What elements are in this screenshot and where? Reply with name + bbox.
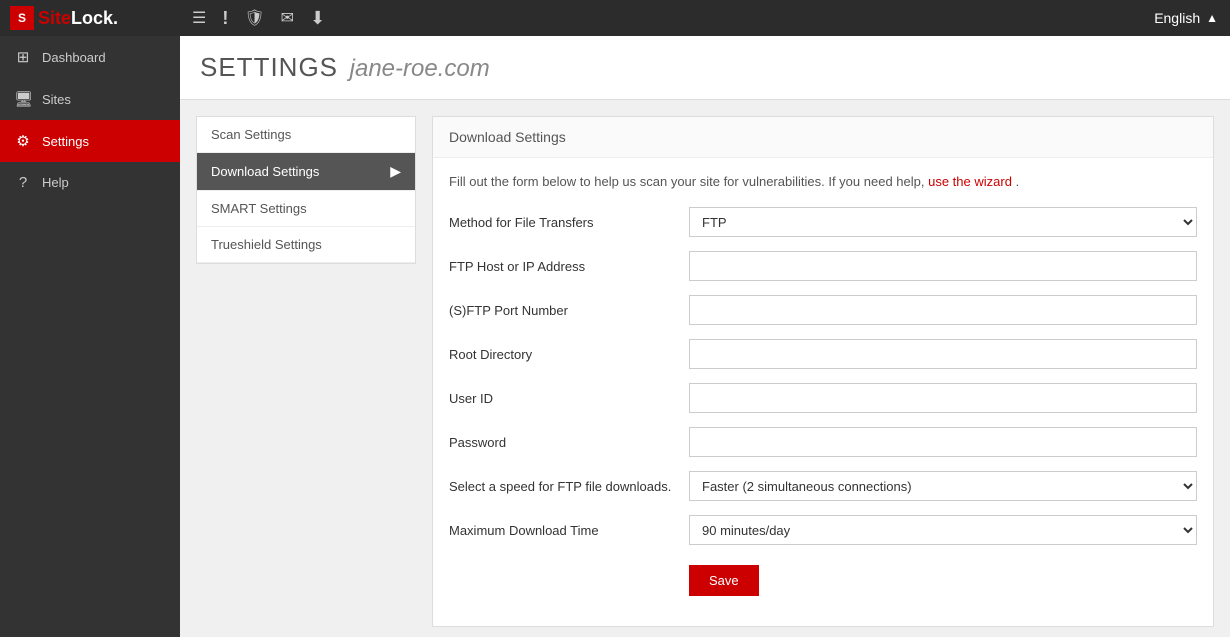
settings-menu: Scan Settings Download Settings ▶ SMART …	[196, 116, 416, 264]
page-title: SETTINGS	[200, 52, 338, 82]
input-password[interactable]	[689, 427, 1197, 457]
menu-item-trueshield-settings[interactable]: Trueshield Settings	[197, 227, 415, 263]
content-area: Scan Settings Download Settings ▶ SMART …	[180, 100, 1230, 637]
label-ftp-port: (S)FTP Port Number	[449, 303, 689, 318]
language-label: English	[1154, 10, 1200, 26]
select-method[interactable]: FTP SFTP FTPS	[689, 207, 1197, 237]
form-row-root-dir: Root Directory	[449, 339, 1197, 369]
form-row-password: Password	[449, 427, 1197, 457]
input-user-id[interactable]	[689, 383, 1197, 413]
menu-item-scan-settings[interactable]: Scan Settings	[197, 117, 415, 153]
input-ftp-host[interactable]	[689, 251, 1197, 281]
sidebar-item-help-label: Help	[42, 175, 69, 190]
settings-icon: ⚙	[14, 132, 32, 150]
wizard-link[interactable]: use the wizard	[928, 174, 1012, 189]
form-row-method: Method for File Transfers FTP SFTP FTPS	[449, 207, 1197, 237]
language-selector[interactable]: English ▲	[1154, 10, 1218, 26]
sidebar-item-dashboard[interactable]: ⊞ Dashboard	[0, 36, 180, 78]
label-user-id: User ID	[449, 391, 689, 406]
form-panel-header: Download Settings	[433, 117, 1213, 158]
form-panel-body: Fill out the form below to help us scan …	[433, 158, 1213, 626]
label-password: Password	[449, 435, 689, 450]
menu-icon[interactable]: ☰	[192, 8, 206, 28]
chevron-up-icon: ▲	[1206, 11, 1218, 25]
sites-icon: 🖥	[14, 90, 32, 108]
label-method: Method for File Transfers	[449, 215, 689, 230]
sidebar-item-settings[interactable]: ⚙ Settings	[0, 120, 180, 162]
page-header: SETTINGS jane-roe.com	[180, 36, 1230, 100]
form-row-ftp-port: (S)FTP Port Number	[449, 295, 1197, 325]
form-row-user-id: User ID	[449, 383, 1197, 413]
menu-item-smart-settings[interactable]: SMART Settings	[197, 191, 415, 227]
form-panel: Download Settings Fill out the form belo…	[432, 116, 1214, 627]
label-ftp-speed: Select a speed for FTP file downloads.	[449, 479, 689, 494]
help-icon: ?	[14, 174, 32, 191]
sidebar-item-sites[interactable]: 🖥 Sites	[0, 78, 180, 120]
sidebar: ⊞ Dashboard 🖥 Sites ⚙ Settings ? Help	[0, 36, 180, 637]
dashboard-icon: ⊞	[14, 48, 32, 66]
download-icon[interactable]: ⬇	[310, 8, 325, 29]
sidebar-item-help[interactable]: ? Help	[0, 162, 180, 203]
select-ftp-speed[interactable]: Faster (2 simultaneous connections) Norm…	[689, 471, 1197, 501]
form-row-ftp-speed: Select a speed for FTP file downloads. F…	[449, 471, 1197, 501]
form-description: Fill out the form below to help us scan …	[449, 174, 1197, 189]
page-domain: jane-roe.com	[350, 55, 490, 82]
logo-area: S SiteLock.	[0, 0, 180, 36]
sidebar-item-sites-label: Sites	[42, 92, 71, 107]
sidebar-item-dashboard-label: Dashboard	[42, 50, 106, 65]
form-row-ftp-host: FTP Host or IP Address	[449, 251, 1197, 281]
top-icons: ☰ ! 🛡 ✉ ⬇	[192, 8, 325, 29]
label-root-dir: Root Directory	[449, 347, 689, 362]
label-max-download: Maximum Download Time	[449, 523, 689, 538]
form-row-max-download: Maximum Download Time 90 minutes/day 60 …	[449, 515, 1197, 545]
form-panel-title: Download Settings	[449, 129, 566, 145]
main-content: SETTINGS jane-roe.com Scan Settings Down…	[180, 36, 1230, 637]
select-max-download[interactable]: 90 minutes/day 60 minutes/day 120 minute…	[689, 515, 1197, 545]
menu-arrow-icon: ▶	[390, 163, 401, 180]
form-row-save: Save	[449, 559, 1197, 596]
menu-item-download-settings[interactable]: Download Settings ▶	[197, 153, 415, 191]
save-button[interactable]: Save	[689, 565, 759, 596]
logo-text: SiteLock.	[38, 8, 118, 29]
label-ftp-host: FTP Host or IP Address	[449, 259, 689, 274]
email-icon[interactable]: ✉	[281, 8, 294, 28]
top-bar: ☰ ! 🛡 ✉ ⬇ English ▲	[180, 0, 1230, 36]
sidebar-item-settings-label: Settings	[42, 134, 89, 149]
logo-icon: S	[10, 6, 34, 30]
shield-icon[interactable]: 🛡	[244, 8, 264, 28]
alert-icon[interactable]: !	[222, 8, 228, 29]
input-root-dir[interactable]	[689, 339, 1197, 369]
input-ftp-port[interactable]	[689, 295, 1197, 325]
